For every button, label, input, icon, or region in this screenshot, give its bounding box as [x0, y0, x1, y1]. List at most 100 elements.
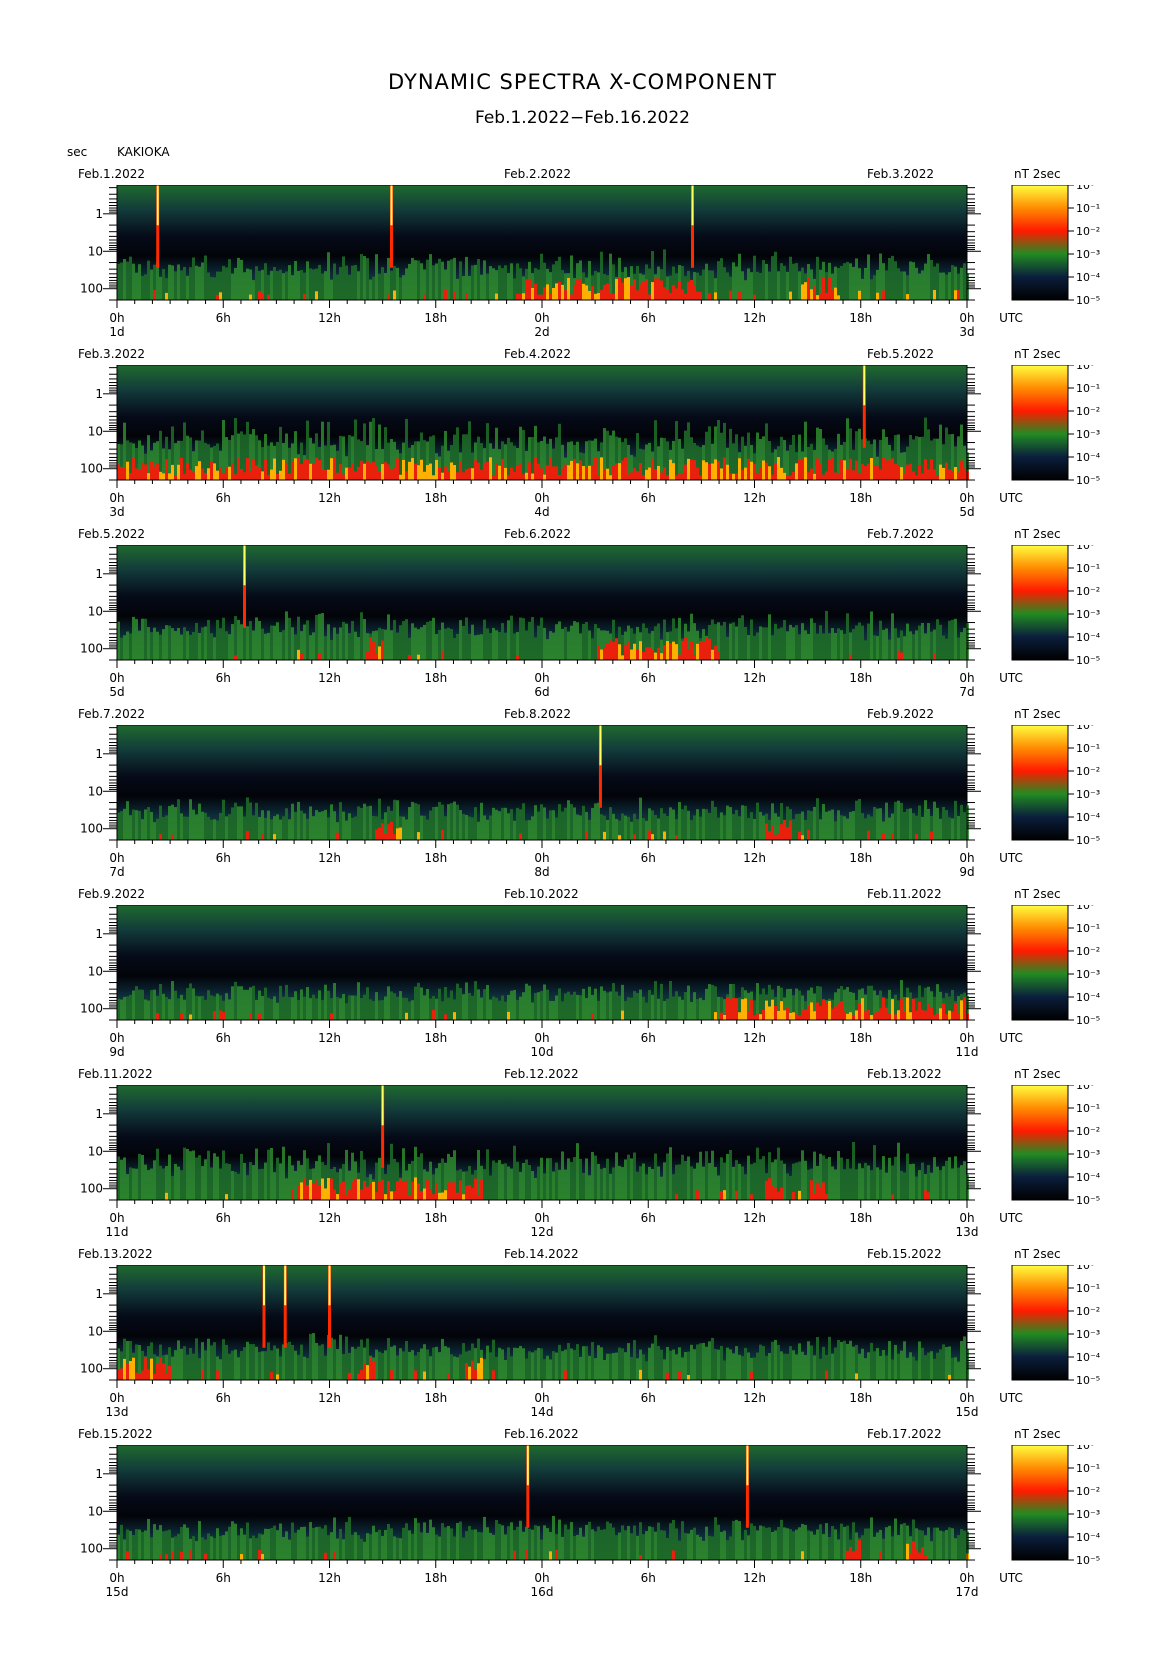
colorbar-tick-label: 10⁻¹ — [1076, 562, 1100, 575]
colorbar-tick-label: 10⁰ — [1076, 725, 1095, 732]
spectral-spike-core — [262, 1265, 265, 1306]
x-tick-label: 0h — [959, 1031, 974, 1045]
colorbar-tick-label: 10⁻³ — [1076, 1508, 1100, 1521]
day-label: 1d — [109, 325, 124, 339]
colorbar-tick-label: 10⁻³ — [1076, 1328, 1100, 1341]
day-label: 12d — [531, 1225, 554, 1239]
colorbar-tick-label: 10⁻⁴ — [1076, 271, 1101, 284]
colorbar-tick-label: 10⁻⁵ — [1076, 1014, 1100, 1027]
x-tick-label: 0h — [109, 311, 124, 325]
y-tick-label: 100 — [80, 642, 103, 656]
colorbar — [1011, 545, 1069, 661]
x-tick-label: 0h — [534, 671, 549, 685]
colorbar-tick-label: 10⁻³ — [1076, 788, 1100, 801]
spectral-spike-core — [328, 1265, 331, 1306]
spectrogram-panel: 1 10 100 0h 6h 12h 18h 0h 6h 12h 18h 0h UTC 11d 12d 13d… — [80, 1085, 1101, 1239]
spectral-spike-core — [691, 185, 694, 226]
colorbar-tick-label: 10⁻² — [1076, 585, 1100, 598]
colorbar-tick-label: 10⁻¹ — [1076, 1462, 1100, 1475]
x-tick-label: 0h — [534, 491, 549, 505]
spectrogram-panel: 1 10 100 0h 6h 12h 18h 0h 6h 12h 18h 0h UTC 15d 16d 17d… — [80, 1445, 1101, 1599]
y-unit-label: sec — [67, 145, 88, 159]
panel-left-date: Feb.1.2022 — [78, 167, 146, 181]
panel-mid-date: Feb.8.2022 — [504, 707, 572, 721]
x-timezone-label: UTC — [999, 1031, 1023, 1045]
panel-left-date: Feb.15.2022 — [78, 1427, 153, 1441]
colorbar-tick-label: 10⁻³ — [1076, 248, 1100, 261]
x-tick-label: 18h — [424, 671, 447, 685]
day-label: 2d — [534, 325, 549, 339]
colorbar-tick-label: 10⁰ — [1076, 905, 1095, 912]
panel-left-date: Feb.9.2022 — [78, 887, 146, 901]
colorbar-tick-label: 10⁰ — [1076, 1265, 1095, 1272]
x-tick-label: 12h — [743, 1571, 766, 1585]
colorbar-tick-label: 10⁻⁴ — [1076, 451, 1101, 464]
colorbar-unit: nT 2sec — [1014, 527, 1061, 541]
colorbar-tick-label: 10⁻² — [1076, 1125, 1100, 1138]
panel-left-date: Feb.13.2022 — [78, 1247, 153, 1261]
y-tick-label: 1 — [95, 207, 103, 221]
spectrogram-panel: 1 10 100 0h 6h 12h 18h 0h 6h 12h 18h 0h UTC 7d 8d 9d 10⁰… — [80, 725, 1101, 879]
panel-left-date: Feb.3.2022 — [78, 347, 146, 361]
x-tick-label: 0h — [959, 491, 974, 505]
x-tick-label: 0h — [534, 1031, 549, 1045]
colorbar-unit: nT 2sec — [1014, 347, 1061, 361]
day-label: 17d — [956, 1585, 979, 1599]
x-tick-label: 18h — [849, 491, 872, 505]
colorbar-tick-label: 10⁻¹ — [1076, 922, 1100, 935]
panel-right-date: Feb.17.2022 — [867, 1427, 942, 1441]
y-tick-label: 1 — [95, 1107, 103, 1121]
x-tick-label: 18h — [849, 1391, 872, 1405]
spectral-spike-core — [243, 545, 246, 586]
day-label: 11d — [956, 1045, 979, 1059]
colorbar-tick-label: 10⁻² — [1076, 1305, 1100, 1318]
panel-mid-date: Feb.4.2022 — [504, 347, 572, 361]
y-tick-label: 1 — [95, 1467, 103, 1481]
colorbar-tick-label: 10⁰ — [1076, 1085, 1095, 1092]
x-tick-label: 18h — [424, 311, 447, 325]
panel-right-date: Feb.13.2022 — [867, 1067, 942, 1081]
x-tick-label: 18h — [849, 851, 872, 865]
colorbar-tick-label: 10⁻⁵ — [1076, 654, 1100, 667]
colorbar-unit: nT 2sec — [1014, 887, 1061, 901]
x-tick-label: 12h — [743, 671, 766, 685]
x-tick-label: 12h — [318, 1391, 341, 1405]
day-label: 15d — [106, 1585, 129, 1599]
x-tick-label: 12h — [743, 491, 766, 505]
colorbar-tick-label: 10⁰ — [1076, 1445, 1095, 1452]
y-tick-label: 1 — [95, 387, 103, 401]
colorbar-tick-label: 10⁻² — [1076, 1485, 1100, 1498]
day-label: 10d — [531, 1045, 554, 1059]
x-tick-label: 6h — [216, 1031, 231, 1045]
x-tick-label: 12h — [743, 1211, 766, 1225]
panel-left-date: Feb.7.2022 — [78, 707, 146, 721]
y-tick-label: 100 — [80, 1362, 103, 1376]
colorbar-tick-label: 10⁻⁵ — [1076, 474, 1100, 487]
day-label: 13d — [106, 1405, 129, 1419]
x-tick-label: 12h — [318, 851, 341, 865]
x-timezone-label: UTC — [999, 671, 1023, 685]
y-tick-label: 10 — [88, 424, 103, 438]
chart-subtitle: Feb.1.2022−Feb.16.2022 — [474, 108, 691, 128]
colorbar-unit: nT 2sec — [1014, 1247, 1061, 1261]
day-label: 14d — [531, 1405, 554, 1419]
x-tick-label: 0h — [109, 491, 124, 505]
colorbar-tick-label: 10⁻¹ — [1076, 202, 1100, 215]
colorbar-tick-label: 10⁻² — [1076, 405, 1100, 418]
x-tick-label: 0h — [109, 1031, 124, 1045]
panel-right-date: Feb.3.2022 — [867, 167, 935, 181]
colorbar-tick-label: 10⁻⁴ — [1076, 1351, 1101, 1364]
panel-mid-date: Feb.2.2022 — [504, 167, 572, 181]
x-tick-label: 6h — [216, 491, 231, 505]
x-tick-label: 6h — [216, 1571, 231, 1585]
colorbar-tick-label: 10⁻⁴ — [1076, 991, 1101, 1004]
x-tick-label: 6h — [216, 851, 231, 865]
spectral-spike-core — [156, 185, 159, 226]
x-timezone-label: UTC — [999, 311, 1023, 325]
colorbar-tick-label: 10⁻⁵ — [1076, 1374, 1100, 1387]
x-tick-label: 0h — [959, 851, 974, 865]
y-tick-label: 10 — [88, 244, 103, 258]
x-timezone-label: UTC — [999, 491, 1023, 505]
y-tick-label: 10 — [88, 604, 103, 618]
x-tick-label: 0h — [534, 1571, 549, 1585]
